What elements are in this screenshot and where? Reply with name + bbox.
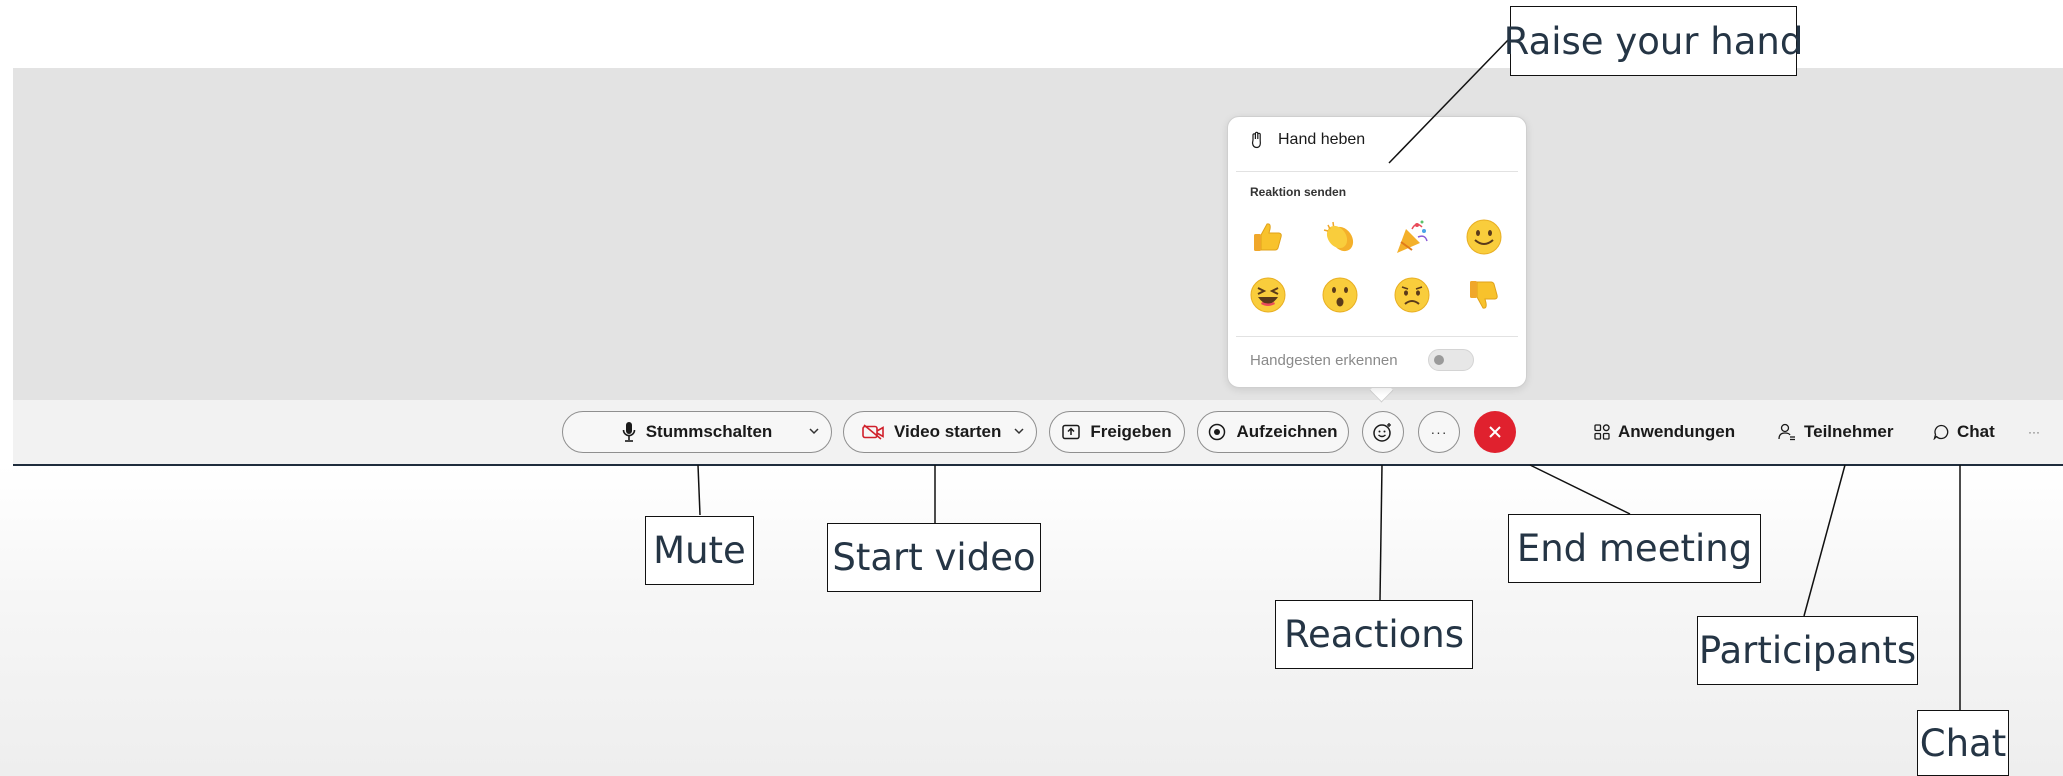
apps-icon: [1594, 424, 1610, 440]
close-icon: [1487, 424, 1503, 440]
popup-divider-bottom: [1236, 336, 1518, 337]
surprised-emoji[interactable]: [1320, 275, 1360, 315]
video-off-icon: [862, 424, 884, 440]
overflow-menu-button[interactable]: ···: [2028, 419, 2040, 445]
laughing-emoji[interactable]: [1248, 275, 1288, 315]
callout-mute: Mute: [645, 516, 754, 585]
thumbs-down-emoji[interactable]: [1464, 275, 1504, 315]
overflow-label: ···: [2028, 425, 2040, 439]
chat-button[interactable]: Chat: [1933, 419, 1995, 445]
mute-button[interactable]: Stummschalten: [562, 411, 832, 453]
reactions-button[interactable]: [1362, 411, 1404, 453]
record-label: Aufzeichnen: [1236, 422, 1338, 441]
share-button[interactable]: Freigeben: [1049, 411, 1185, 453]
meeting-stage: [13, 68, 2063, 400]
callout-raise-hand: Raise your hand: [1504, 6, 1803, 76]
meeting-toolbar: [13, 400, 2063, 466]
gesture-recognition-toggle[interactable]: [1428, 349, 1474, 371]
participants-connector: [1803, 464, 1846, 617]
raise-hand-label: Hand heben: [1278, 131, 1366, 148]
chat-bubble-icon: [1933, 424, 1949, 440]
more-options-button[interactable]: ···: [1418, 411, 1460, 453]
clap-emoji[interactable]: [1320, 217, 1360, 257]
share-label: Freigeben: [1090, 422, 1172, 441]
gesture-recognition-label: Handgesten erkennen: [1250, 352, 1398, 369]
microphone-icon: [622, 421, 636, 443]
participants-label: Teilnehmer: [1804, 422, 1894, 441]
callout-reactions: Reactions: [1275, 600, 1473, 669]
thumbs-up-emoji[interactable]: [1248, 217, 1288, 257]
mute-connector: [697, 464, 701, 516]
mute-chevron-down-icon[interactable]: [807, 423, 821, 443]
end-meeting-button[interactable]: [1474, 411, 1516, 453]
hand-icon: [1250, 131, 1264, 149]
smile-emoji[interactable]: [1464, 217, 1504, 257]
record-icon: [1208, 423, 1226, 441]
sad-emoji[interactable]: [1392, 275, 1432, 315]
send-reaction-title: Reaktion senden: [1250, 185, 1347, 199]
toggle-knob: [1434, 355, 1444, 365]
popup-divider: [1236, 171, 1518, 172]
applications-button[interactable]: Anwendungen: [1594, 419, 1735, 445]
more-label: ···: [1430, 424, 1448, 440]
video-chevron-down-icon[interactable]: [1012, 423, 1026, 443]
share-screen-icon: [1062, 424, 1081, 440]
end-meeting-connector: [1529, 464, 1631, 515]
applications-label: Anwendungen: [1618, 422, 1736, 441]
callout-start-video: Start video: [827, 523, 1041, 592]
participants-icon: [1778, 423, 1796, 441]
mute-label: Stummschalten: [645, 422, 773, 441]
raise-hand-item[interactable]: Hand heben: [1250, 131, 1365, 149]
video-label: Video starten: [894, 422, 1002, 441]
reactions-popup: Hand heben Reaktion senden Handgesten er…: [1227, 116, 1527, 388]
smiley-icon: [1372, 421, 1394, 443]
callout-end-meeting: End meeting: [1508, 514, 1761, 583]
party-popper-emoji[interactable]: [1392, 217, 1432, 257]
chat-label: Chat: [1957, 422, 1995, 441]
participants-button[interactable]: Teilnehmer: [1778, 419, 1893, 445]
start-video-button[interactable]: Video starten: [843, 411, 1037, 453]
record-button[interactable]: Aufzeichnen: [1197, 411, 1349, 453]
callout-chat: Chat: [1917, 710, 2009, 776]
callout-participants: Participants: [1697, 616, 1918, 685]
reactions-connector: [1379, 464, 1383, 601]
